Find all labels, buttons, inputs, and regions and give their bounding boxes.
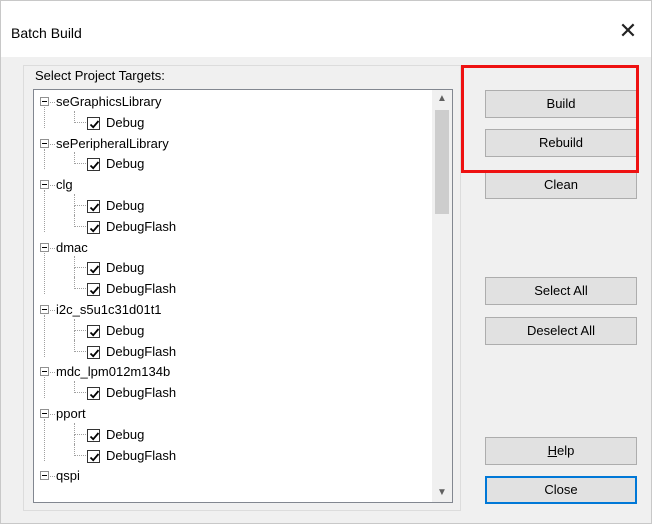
config-name: DebugFlash [106, 218, 177, 234]
config-checkbox[interactable] [87, 116, 100, 130]
tree-scrollbar[interactable]: ▲ ▼ [432, 90, 452, 502]
help-label-rest: elp [557, 443, 575, 458]
config-checkbox[interactable] [87, 345, 100, 359]
tree-node-config[interactable]: Debug [34, 256, 432, 280]
tree-connector [50, 476, 55, 478]
tree-connector [74, 443, 86, 456]
config-name: Debug [106, 114, 145, 130]
tree-node-config[interactable]: DebugFlash [34, 277, 432, 300]
config-name: Debug [106, 426, 145, 442]
window-title: Batch Build [11, 25, 82, 41]
tree-connector [50, 143, 55, 145]
tree-node-project[interactable]: pport [34, 404, 432, 461]
config-checkbox[interactable] [87, 324, 100, 338]
tree-node-project[interactable]: qspi [34, 466, 432, 487]
project-name: clg [56, 177, 73, 193]
project-name: seGraphicsLibrary [56, 94, 162, 109]
tree-connector [50, 309, 55, 311]
project-name: sePeripheralLibrary [56, 135, 169, 151]
config-name: DebugFlash [106, 447, 177, 463]
tree-node-config[interactable]: Debug [34, 318, 432, 342]
tree-node-config[interactable]: Debug [34, 193, 432, 217]
scrollbar-thumb[interactable] [435, 110, 449, 214]
tree-node-config[interactable]: Debug [34, 110, 432, 134]
tree-connector [74, 422, 86, 435]
tree-node-config[interactable]: Debug [34, 152, 432, 175]
select-all-button[interactable]: Select All [485, 277, 637, 305]
tree-node-project[interactable]: clg [34, 175, 432, 232]
close-icon[interactable]: ✕ [615, 19, 641, 45]
help-button[interactable]: Help [485, 437, 637, 465]
project-name: pport [56, 405, 86, 421]
collapse-icon[interactable] [40, 304, 49, 314]
config-checkbox[interactable] [87, 158, 100, 172]
tree-content: seGraphicsLibrary Debug sePeripheralLibrar… [34, 92, 432, 487]
collapse-icon[interactable] [40, 138, 49, 148]
close-button[interactable]: Close [485, 476, 637, 504]
deselect-all-button[interactable]: Deselect All [485, 317, 637, 345]
rebuild-button[interactable]: Rebuild [485, 129, 637, 157]
tree-node-project[interactable]: dmac [34, 238, 432, 295]
tree-connector [50, 102, 55, 103]
config-name: DebugFlash [106, 281, 177, 297]
tree-node-project[interactable]: sePeripheralLibrary [34, 134, 432, 170]
collapse-icon[interactable] [40, 367, 49, 377]
tree-node-config[interactable]: Debug [34, 422, 432, 446]
tree-connector [74, 339, 86, 352]
tree-node-config[interactable]: DebugFlash [34, 339, 432, 363]
tree-node-project[interactable]: mdc_lpm012m134b [34, 362, 432, 399]
tree-node-config[interactable]: DebugFlash [34, 443, 432, 467]
config-name: Debug [106, 197, 145, 213]
tree-connector [74, 152, 86, 165]
project-name: dmac [56, 239, 88, 255]
tree-node-project[interactable]: seGraphicsLibrary [34, 92, 432, 128]
tree-connector [74, 277, 86, 290]
tree-connector [74, 214, 86, 227]
collapse-icon[interactable] [40, 242, 49, 252]
scroll-down-arrow-icon[interactable]: ▼ [432, 484, 452, 502]
project-name: mdc_lpm012m134b [56, 364, 171, 380]
config-name: Debug [106, 156, 145, 172]
tree-connector [50, 247, 55, 249]
project-targets-tree[interactable]: seGraphicsLibrary Debug sePeripheralLibrar… [33, 89, 453, 503]
project-name: qspi [56, 468, 80, 484]
build-button[interactable]: Build [485, 90, 637, 118]
tree-connector [74, 318, 86, 331]
scroll-up-arrow-icon[interactable]: ▲ [432, 90, 452, 108]
config-checkbox[interactable] [87, 199, 100, 213]
tree-connector [50, 372, 55, 374]
help-mnemonic: H [547, 443, 558, 458]
config-checkbox[interactable] [87, 387, 100, 401]
config-name: Debug [106, 322, 145, 338]
config-name: Debug [106, 260, 145, 276]
config-checkbox[interactable] [87, 428, 100, 442]
tree-node-config[interactable]: DebugFlash [34, 381, 432, 404]
project-name: i2c_s5u1c31d01t1 [56, 301, 162, 317]
config-checkbox[interactable] [87, 220, 100, 234]
config-name: DebugFlash [106, 343, 177, 359]
collapse-icon[interactable] [40, 408, 49, 418]
tree-connector [74, 193, 86, 206]
config-checkbox[interactable] [87, 262, 100, 276]
clean-button[interactable]: Clean [485, 171, 637, 199]
config-checkbox[interactable] [87, 449, 100, 463]
tree-connector [74, 110, 86, 123]
targets-label: Select Project Targets: [35, 68, 165, 83]
tree-connector [50, 185, 55, 187]
batch-build-dialog: Batch Build ✕ Select Project Targets: se… [0, 0, 652, 524]
collapse-icon[interactable] [40, 471, 49, 481]
collapse-icon[interactable] [40, 97, 49, 106]
title-bar: Batch Build ✕ [1, 1, 651, 57]
tree-node-config[interactable]: DebugFlash [34, 214, 432, 238]
collapse-icon[interactable] [40, 180, 49, 190]
config-name: DebugFlash [106, 385, 177, 401]
tree-connector [74, 256, 86, 269]
tree-connector [50, 413, 55, 415]
config-checkbox[interactable] [87, 283, 100, 297]
tree-connector [74, 381, 86, 394]
tree-node-project[interactable]: i2c_s5u1c31d01t1 [34, 300, 432, 357]
